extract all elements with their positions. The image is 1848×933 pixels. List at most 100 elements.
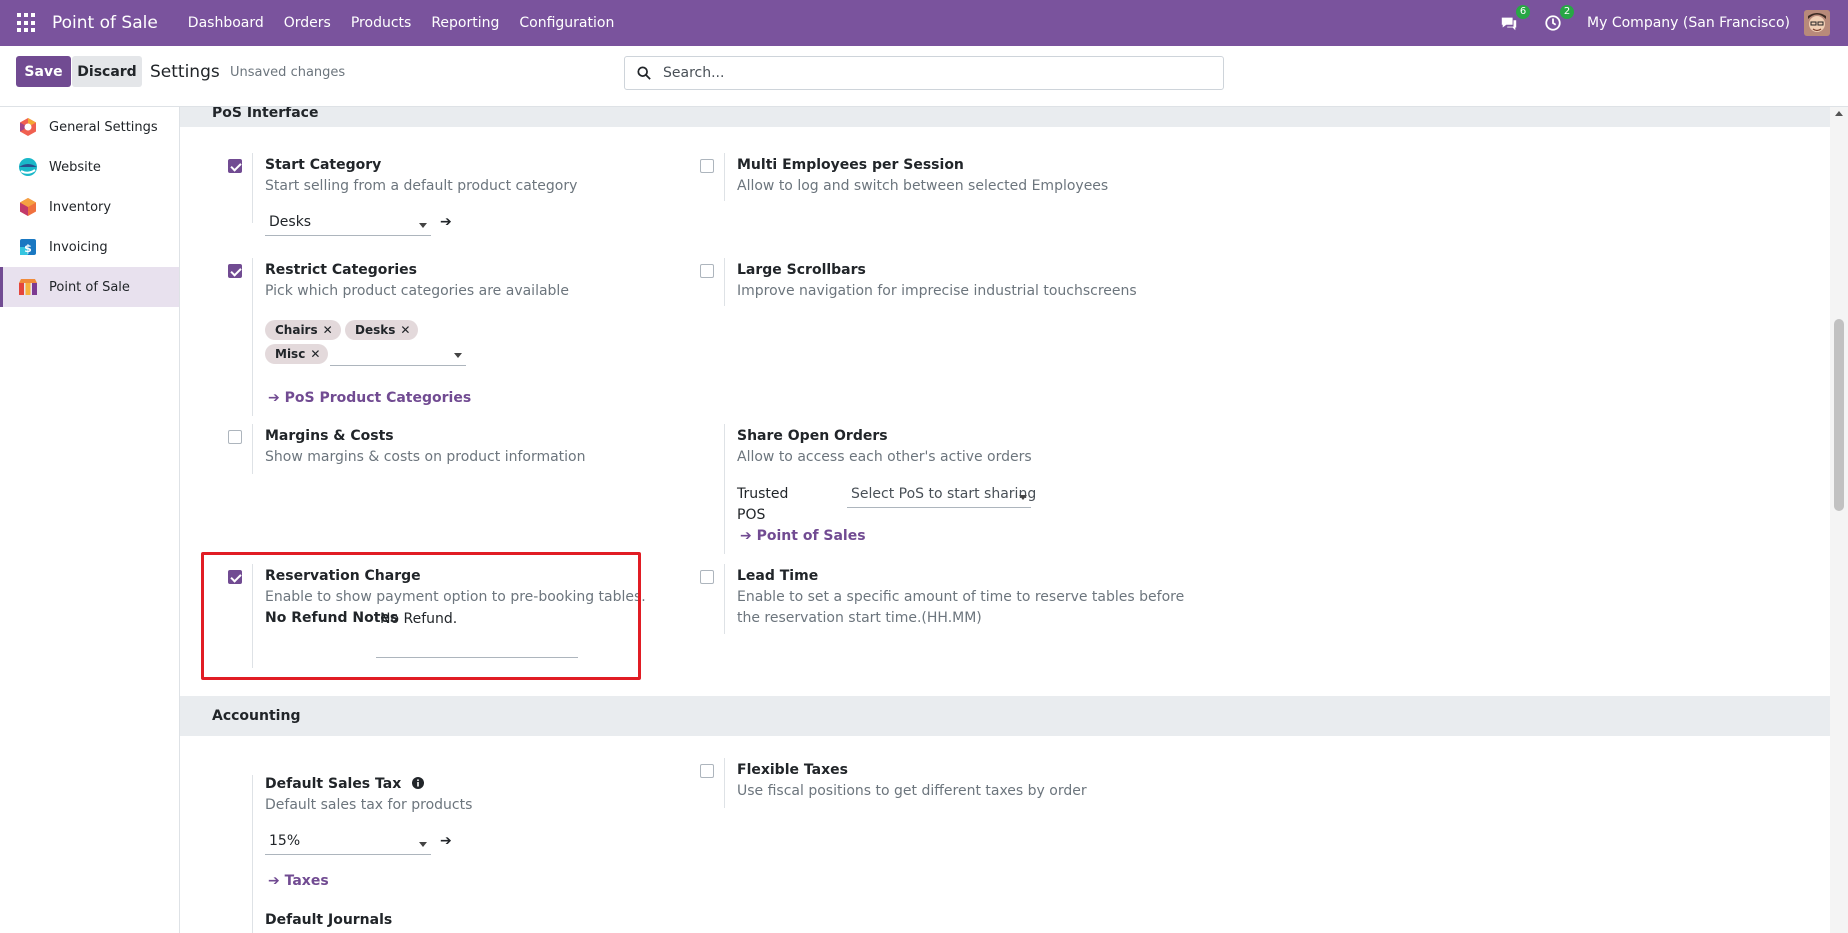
restrict-categories-desc: Pick which product categories are availa… <box>265 283 569 299</box>
section-pos-interface: PoS Interface <box>180 107 1830 127</box>
settings-sidebar: General Settings Website Inventory $ Inv… <box>0 107 180 933</box>
section-title: Accounting <box>212 708 301 724</box>
link-label: Point of Sales <box>756 528 866 544</box>
sidebar-item-invoicing[interactable]: $ Invoicing <box>0 227 179 267</box>
remove-tag-icon[interactable]: ✕ <box>400 323 410 337</box>
setting-divider <box>724 758 725 808</box>
share-open-orders-desc: Allow to access each other's active orde… <box>737 449 1032 465</box>
point-of-sales-link[interactable]: ➔ Point of Sales <box>740 528 866 544</box>
setting-divider <box>724 424 725 554</box>
sidebar-item-general-settings[interactable]: General Settings <box>0 107 179 147</box>
setting-divider <box>252 775 253 933</box>
lead-time-checkbox[interactable] <box>700 570 714 584</box>
start-category-value: Desks <box>269 214 312 230</box>
chevron-down-icon <box>419 842 427 847</box>
category-tag: Desks ✕ <box>345 320 419 340</box>
sidebar-item-label: Invoicing <box>49 239 108 255</box>
search-icon <box>637 66 651 80</box>
reservation-charge-title: Reservation Charge <box>265 568 421 584</box>
menu-configuration[interactable]: Configuration <box>509 0 624 46</box>
page-scrollbar[interactable] <box>1830 107 1848 933</box>
menu-products[interactable]: Products <box>341 0 421 46</box>
margins-costs-title: Margins & Costs <box>265 428 394 444</box>
trusted-pos-placeholder: Select PoS to start sharing <box>851 486 1037 502</box>
user-avatar[interactable] <box>1804 10 1830 36</box>
open-record-arrow-icon[interactable]: ➔ <box>440 214 452 230</box>
setting-divider <box>724 564 725 634</box>
messages-icon[interactable]: 6 <box>1499 5 1531 33</box>
remove-tag-icon[interactable]: ✕ <box>323 323 333 337</box>
svg-text:$: $ <box>24 242 32 255</box>
scrollbar-thumb[interactable] <box>1834 319 1844 511</box>
info-icon[interactable] <box>412 777 425 789</box>
discard-button[interactable]: Discard <box>72 56 142 87</box>
systray: 6 2 My Company (San Francisco) <box>1499 0 1848 46</box>
control-panel: Save Discard Settings Unsaved changes <box>0 46 1848 107</box>
sidebar-item-point-of-sale[interactable]: Point of Sale <box>0 267 179 307</box>
remove-tag-icon[interactable]: ✕ <box>310 347 320 361</box>
default-sales-tax-select[interactable]: 15% <box>265 833 431 855</box>
setting-divider <box>252 564 253 668</box>
trusted-pos-label: POS <box>737 507 766 523</box>
default-sales-tax-value: 15% <box>269 833 301 849</box>
flexible-taxes-desc: Use fiscal positions to get different ta… <box>737 783 1087 799</box>
chevron-down-icon <box>419 223 427 228</box>
multi-employees-desc: Allow to log and switch between selected… <box>737 178 1109 194</box>
start-category-select[interactable]: Desks <box>265 214 431 236</box>
reservation-charge-checkbox[interactable] <box>228 570 242 584</box>
open-record-arrow-icon[interactable]: ➔ <box>440 833 452 849</box>
default-journals-title: Default Journals <box>265 912 393 928</box>
default-sales-tax-title: Default Sales Tax <box>265 776 425 792</box>
no-refund-notes-field[interactable]: No Refund. <box>376 611 578 658</box>
menu-reporting[interactable]: Reporting <box>421 0 509 46</box>
unsaved-status: Unsaved changes <box>230 65 346 80</box>
search-bar[interactable] <box>624 56 1224 90</box>
point-of-sale-icon <box>19 279 37 295</box>
category-tag: Misc ✕ <box>265 344 329 364</box>
margins-costs-checkbox[interactable] <box>228 430 242 444</box>
multi-employees-checkbox[interactable] <box>700 159 714 173</box>
scroll-up-icon[interactable] <box>1835 111 1843 116</box>
invoicing-icon: $ <box>20 239 36 255</box>
category-tag: Chairs ✕ <box>265 320 341 340</box>
sidebar-item-website[interactable]: Website <box>0 147 179 187</box>
save-button[interactable]: Save <box>16 56 71 87</box>
trusted-pos-select[interactable]: Select PoS to start sharing <box>847 486 1036 508</box>
taxes-link[interactable]: ➔ Taxes <box>268 873 329 889</box>
margins-costs-desc: Show margins & costs on product informat… <box>265 449 586 465</box>
flexible-taxes-title: Flexible Taxes <box>737 762 848 778</box>
start-category-checkbox[interactable] <box>228 159 242 173</box>
restrict-categories-title: Restrict Categories <box>265 262 417 278</box>
lead-time-desc: the reservation start time.(HH.MM) <box>737 610 982 626</box>
start-category-title: Start Category <box>265 157 382 173</box>
large-scrollbars-checkbox[interactable] <box>700 264 714 278</box>
app-brand[interactable]: Point of Sale <box>52 13 158 33</box>
share-open-orders-title: Share Open Orders <box>737 428 888 444</box>
chevron-down-icon <box>454 353 462 358</box>
messages-badge: 6 <box>1516 5 1531 19</box>
lead-time-desc: Enable to set a specific amount of time … <box>737 589 1185 605</box>
sidebar-item-label: Inventory <box>49 199 112 215</box>
default-sales-tax-desc: Default sales tax for products <box>265 797 473 813</box>
sidebar-item-label: General Settings <box>49 119 158 135</box>
sidebar-item-inventory[interactable]: Inventory <box>0 187 179 227</box>
page-title: Settings <box>150 62 220 82</box>
activities-clock-icon[interactable]: 2 <box>1543 5 1575 33</box>
search-input[interactable] <box>663 65 1203 81</box>
trusted-pos-label: Trusted <box>737 486 789 502</box>
tag-label: Misc <box>275 347 306 361</box>
company-switcher[interactable]: My Company (San Francisco) <box>1587 15 1790 31</box>
activities-badge: 2 <box>1560 5 1575 19</box>
link-label: Taxes <box>284 873 329 889</box>
restrict-categories-checkbox[interactable] <box>228 264 242 278</box>
flexible-taxes-checkbox[interactable] <box>700 764 714 778</box>
menu-dashboard[interactable]: Dashboard <box>178 0 274 46</box>
settings-content: PoS Interface Start Category Start selli… <box>180 107 1830 933</box>
apps-menu-icon[interactable] <box>17 13 37 33</box>
website-icon <box>19 158 37 176</box>
pos-product-categories-link[interactable]: ➔ PoS Product Categories <box>268 390 471 406</box>
restrict-categories-input[interactable] <box>330 344 466 366</box>
section-title: PoS Interface <box>212 107 319 121</box>
large-scrollbars-desc: Improve navigation for imprecise industr… <box>737 283 1137 299</box>
menu-orders[interactable]: Orders <box>274 0 341 46</box>
